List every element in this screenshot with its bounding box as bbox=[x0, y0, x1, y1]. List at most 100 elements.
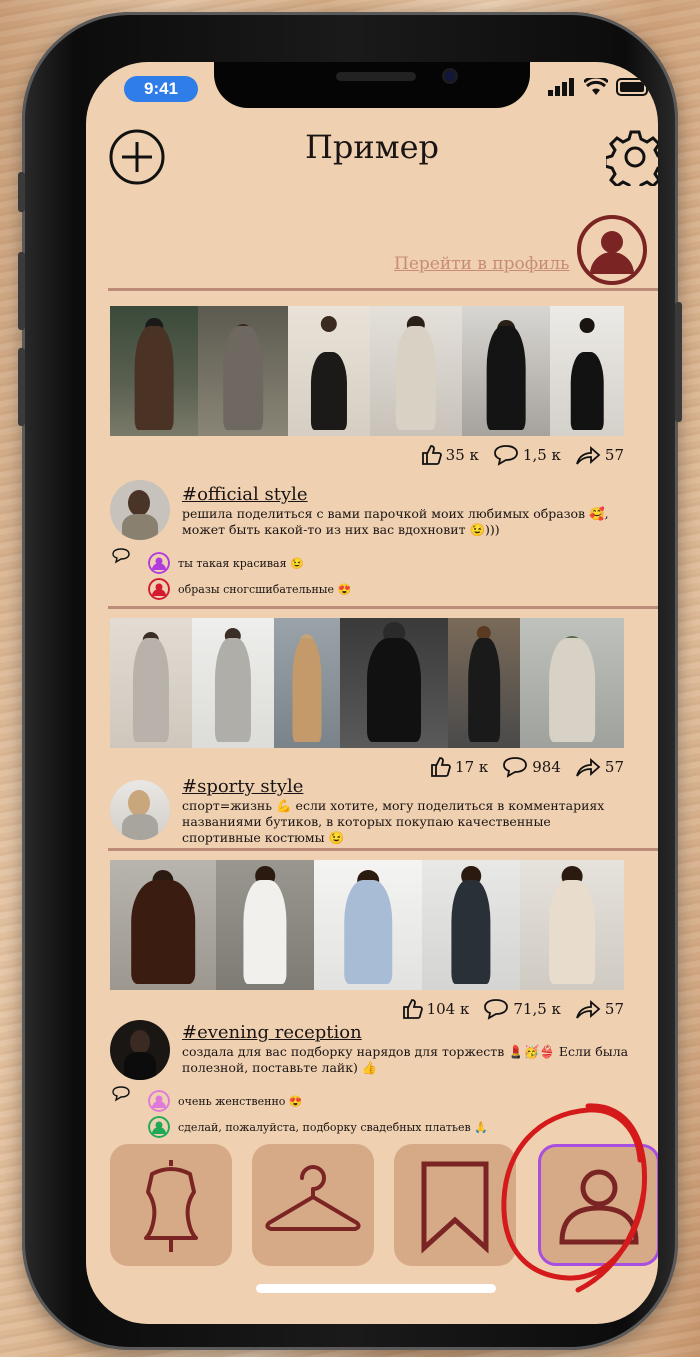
comment-button[interactable]: 71,5 к bbox=[483, 998, 561, 1020]
comment-text: очень женственно 😍 bbox=[178, 1094, 303, 1108]
outfit-photo[interactable] bbox=[110, 618, 192, 748]
outfit-photo[interactable] bbox=[422, 860, 520, 990]
share-arrow-icon bbox=[576, 1000, 601, 1019]
like-count: 17 к bbox=[455, 758, 489, 776]
profile-icon bbox=[559, 1169, 639, 1245]
outfit-photo[interactable] bbox=[274, 618, 340, 748]
post-stats: 35 к 1,5 к 57 bbox=[420, 444, 624, 466]
outfit-photo[interactable] bbox=[110, 306, 198, 436]
app-screen: 9:41 Пример Перейти в профиль 35 к 1,5 к… bbox=[86, 62, 658, 1324]
thumbs-up-icon bbox=[431, 757, 451, 777]
notch bbox=[214, 62, 530, 108]
battery-icon bbox=[616, 78, 651, 96]
speech-bubble-icon bbox=[494, 445, 518, 466]
tab-profile[interactable] bbox=[538, 1144, 658, 1266]
tab-saved[interactable] bbox=[394, 1144, 516, 1266]
post-text: создала для вас подборку нарядов для тор… bbox=[182, 1044, 629, 1075]
dress-form-icon bbox=[144, 1160, 198, 1252]
commenter-avatar-icon bbox=[148, 578, 170, 600]
thumbs-up-icon bbox=[402, 999, 423, 1019]
home-indicator bbox=[256, 1284, 496, 1293]
front-camera bbox=[442, 68, 458, 84]
comment-button[interactable]: 984 bbox=[502, 756, 561, 778]
comment-text: сделай, пожалуйста, подборку свадебных п… bbox=[178, 1120, 488, 1134]
like-count: 35 к bbox=[445, 446, 479, 464]
post-title[interactable]: #evening reception bbox=[182, 1022, 362, 1043]
like-count: 104 к bbox=[426, 1000, 470, 1018]
comment-count: 71,5 к bbox=[513, 1000, 561, 1018]
outfit-photo[interactable] bbox=[370, 306, 462, 436]
divider bbox=[108, 288, 658, 291]
tab-dress-form[interactable] bbox=[110, 1144, 232, 1266]
outfit-photo[interactable] bbox=[216, 860, 314, 990]
comment-button[interactable]: 1,5 к bbox=[493, 444, 561, 466]
post-title[interactable]: #sporty style bbox=[182, 776, 303, 797]
commenter-avatar-icon bbox=[148, 1090, 170, 1112]
signal-icon bbox=[548, 78, 574, 96]
outfit-photo[interactable] bbox=[340, 618, 448, 748]
outfit-photo[interactable] bbox=[192, 618, 274, 748]
top-bar: Пример bbox=[86, 122, 658, 192]
post-photo-strip[interactable] bbox=[110, 306, 624, 436]
post-title[interactable]: #official style bbox=[182, 484, 308, 505]
comments-icon[interactable] bbox=[112, 1086, 130, 1102]
page-title: Пример bbox=[304, 128, 440, 166]
user-avatar-icon[interactable] bbox=[576, 214, 648, 286]
share-arrow-icon bbox=[576, 758, 601, 777]
share-arrow-icon bbox=[576, 446, 601, 465]
divider bbox=[108, 848, 658, 851]
author-avatar[interactable] bbox=[110, 480, 170, 540]
post-stats: 104 к 71,5 к 57 bbox=[401, 998, 624, 1020]
outfit-photo[interactable] bbox=[520, 860, 624, 990]
post-photo-strip[interactable] bbox=[110, 860, 624, 990]
post-stats: 17 к 984 57 bbox=[429, 756, 624, 778]
post-photo-strip[interactable] bbox=[110, 618, 624, 748]
volume-down-button bbox=[18, 348, 25, 426]
power-button bbox=[675, 302, 682, 422]
comment-item: очень женственно 😍 bbox=[148, 1090, 303, 1112]
gear-icon[interactable] bbox=[606, 128, 658, 186]
mute-switch bbox=[18, 172, 25, 212]
outfit-photo[interactable] bbox=[448, 618, 520, 748]
share-count: 57 bbox=[604, 758, 624, 776]
author-avatar[interactable] bbox=[110, 780, 170, 840]
outfit-photo[interactable] bbox=[520, 618, 624, 748]
outfit-photo[interactable] bbox=[462, 306, 550, 436]
comment-item: ты такая красивая 😉 bbox=[148, 552, 304, 574]
post-text: решила поделиться с вами парочкой моих л… bbox=[182, 506, 609, 537]
speaker bbox=[336, 72, 416, 81]
post-text: спорт=жизнь 💪 если хотите, могу поделить… bbox=[182, 798, 605, 845]
comments-icon[interactable] bbox=[112, 548, 130, 564]
comment-text: образы сногсшибательные 😍 bbox=[178, 582, 352, 596]
volume-up-button bbox=[18, 252, 25, 330]
commenter-avatar-icon bbox=[148, 1116, 170, 1138]
go-to-profile-link[interactable]: Перейти в профиль bbox=[394, 254, 569, 274]
bookmark-icon bbox=[421, 1161, 489, 1254]
author-avatar[interactable] bbox=[110, 1020, 170, 1080]
comment-count: 984 bbox=[532, 758, 561, 776]
share-button[interactable]: 57 bbox=[575, 756, 624, 778]
comment-item: сделай, пожалуйста, подборку свадебных п… bbox=[148, 1116, 488, 1138]
thumbs-up-icon bbox=[421, 445, 442, 465]
like-button[interactable]: 35 к bbox=[420, 444, 479, 466]
hanger-icon bbox=[265, 1165, 361, 1231]
speech-bubble-icon bbox=[484, 999, 509, 1020]
commenter-avatar-icon bbox=[148, 552, 170, 574]
status-icons bbox=[548, 78, 652, 96]
tab-hanger[interactable] bbox=[252, 1144, 374, 1266]
outfit-photo[interactable] bbox=[288, 306, 370, 436]
outfit-photo[interactable] bbox=[110, 860, 216, 990]
share-button[interactable]: 57 bbox=[575, 444, 624, 466]
like-button[interactable]: 104 к bbox=[401, 998, 470, 1020]
like-button[interactable]: 17 к bbox=[429, 756, 488, 778]
share-count: 57 bbox=[604, 1000, 624, 1018]
comment-item: образы сногсшибательные 😍 bbox=[148, 578, 351, 600]
status-time: 9:41 bbox=[124, 76, 198, 102]
comment-count: 1,5 к bbox=[522, 446, 561, 464]
wifi-icon bbox=[584, 78, 608, 95]
outfit-photo[interactable] bbox=[198, 306, 288, 436]
share-button[interactable]: 57 bbox=[575, 998, 624, 1020]
outfit-photo[interactable] bbox=[550, 306, 624, 436]
comment-text: ты такая красивая 😉 bbox=[178, 556, 304, 570]
outfit-photo[interactable] bbox=[314, 860, 422, 990]
